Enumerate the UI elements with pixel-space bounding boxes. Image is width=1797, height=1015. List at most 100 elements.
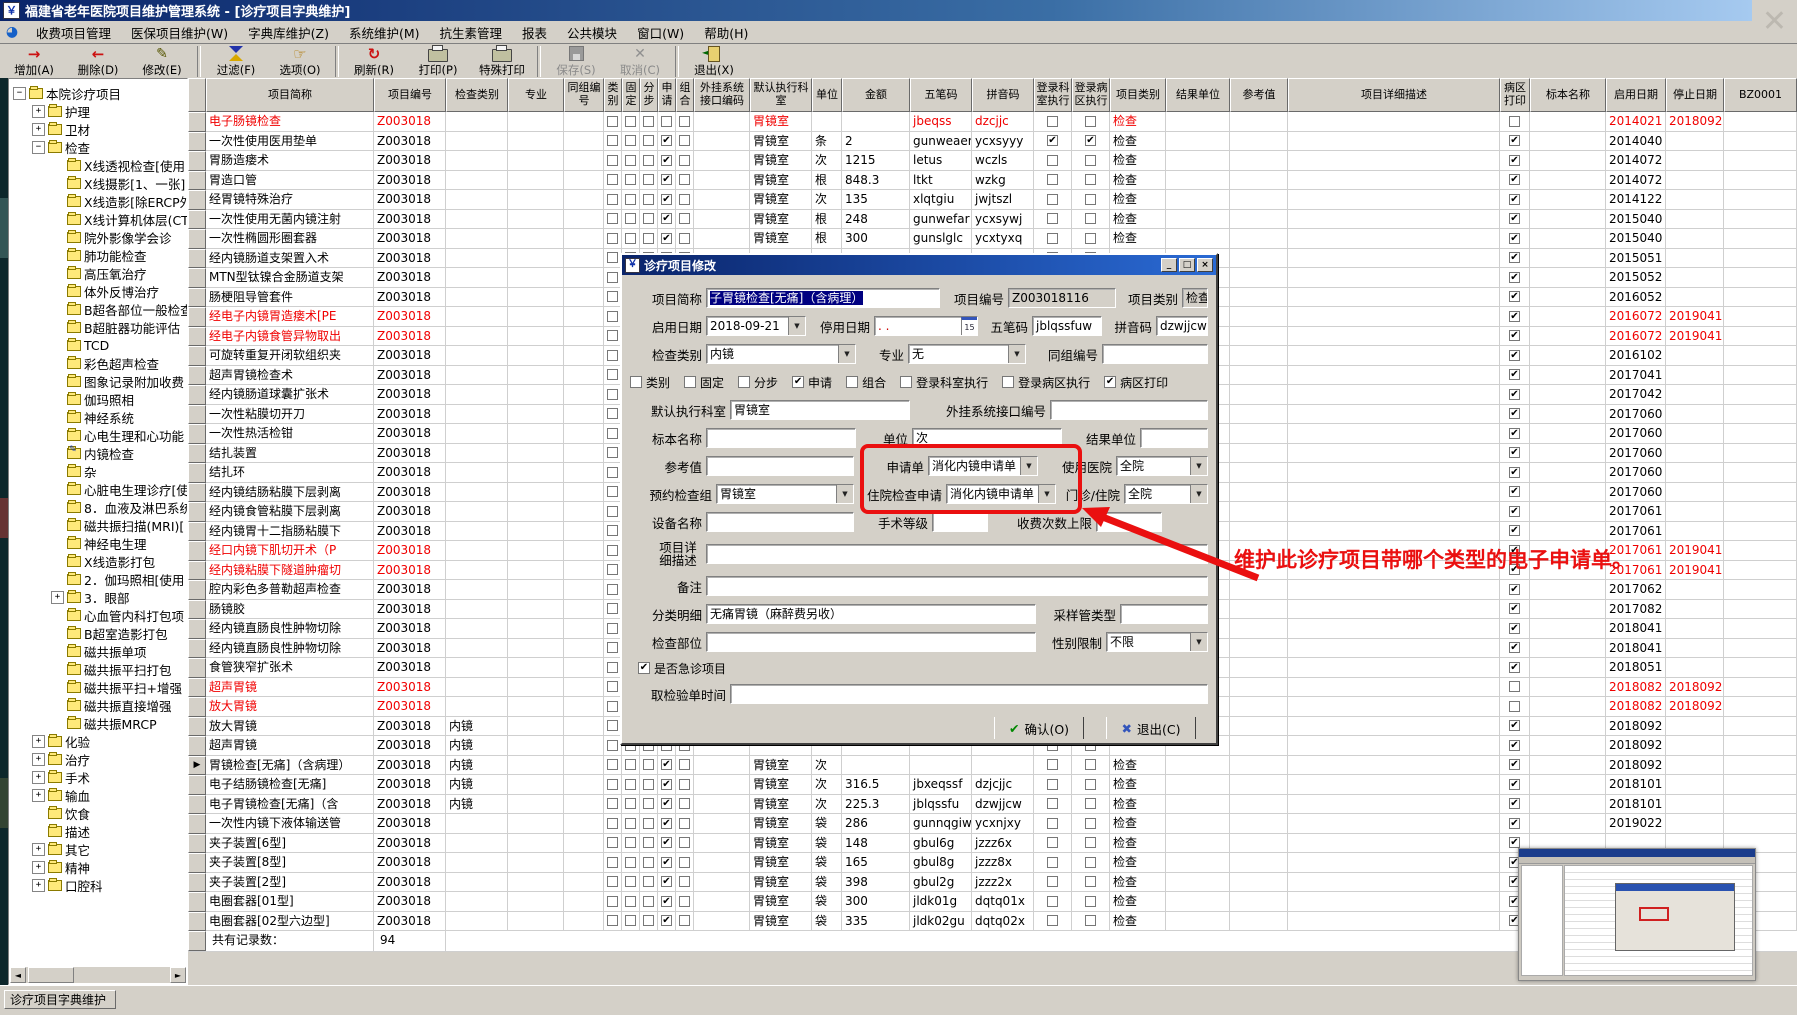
table-row[interactable]: 一次性使用医用垫单 Z003018 ✔ 胃镜室条 2 gunweaer ycxsyyy ✔ ✔ 检… xyxy=(188,131,1797,151)
table-checkbox[interactable] xyxy=(640,833,658,853)
menu-item[interactable]: 系统维护(M) xyxy=(339,20,430,45)
table-checkbox[interactable]: ✔ xyxy=(1500,599,1530,619)
table-checkbox[interactable] xyxy=(622,131,640,151)
table-checkbox[interactable]: ✔ xyxy=(658,775,676,795)
table-checkbox[interactable]: ✔ xyxy=(658,209,676,229)
expand-icon[interactable]: + xyxy=(51,590,64,604)
table-checkbox[interactable]: ✔ xyxy=(1500,209,1530,229)
table-checkbox[interactable]: ✔ xyxy=(658,170,676,190)
table-checkbox[interactable] xyxy=(604,755,622,775)
table-checkbox[interactable] xyxy=(1500,677,1530,697)
table-checkbox[interactable] xyxy=(622,892,640,912)
tree-item[interactable]: X线摄影[1、一张] xyxy=(9,174,187,192)
table-checkbox[interactable]: ✔ xyxy=(1500,443,1530,463)
table-checkbox[interactable] xyxy=(1034,775,1072,795)
table-checkbox[interactable]: ✔ xyxy=(1500,404,1530,424)
table-checkbox[interactable] xyxy=(622,833,640,853)
table-checkbox[interactable] xyxy=(676,151,694,171)
table-checkbox[interactable] xyxy=(676,112,694,132)
table-checkbox[interactable]: ✔ xyxy=(658,814,676,834)
expand-icon[interactable]: + xyxy=(32,878,45,892)
tree-item[interactable]: 磁共振直接增强 xyxy=(9,696,187,714)
type-checkbox[interactable]: 类别 xyxy=(630,374,670,391)
exit-dialog-button[interactable]: ✖ 退出(C) xyxy=(1106,717,1196,739)
minimize-icon[interactable]: _ xyxy=(1161,258,1177,272)
table-checkbox[interactable] xyxy=(1034,814,1072,834)
table-checkbox[interactable] xyxy=(1034,229,1072,249)
table-checkbox[interactable]: ✔ xyxy=(1034,131,1072,151)
table-checkbox[interactable] xyxy=(1072,794,1110,814)
table-checkbox[interactable] xyxy=(676,892,694,912)
table-checkbox[interactable]: ✔ xyxy=(1500,248,1530,268)
tree-item[interactable]: 磁共振扫描(MRI)[ xyxy=(9,516,187,534)
table-checkbox[interactable]: ✔ xyxy=(1500,170,1530,190)
table-checkbox[interactable]: ✔ xyxy=(1500,385,1530,405)
scrollbar-thumb[interactable] xyxy=(28,967,74,983)
table-checkbox[interactable] xyxy=(1500,112,1530,132)
tree-item[interactable]: B超室造影打包 xyxy=(9,624,187,642)
table-checkbox[interactable] xyxy=(622,151,640,171)
table-checkbox[interactable]: ✔ xyxy=(1500,502,1530,522)
table-checkbox[interactable]: ✔ xyxy=(1500,190,1530,210)
chevron-down-icon[interactable]: ▼ xyxy=(1008,345,1025,363)
table-checkbox[interactable] xyxy=(1034,112,1072,132)
table-row[interactable]: 电子结肠镜检查[无痛] Z003018 内镜 ✔ 胃镜室次 316.5 jbxeqssf dz… xyxy=(188,775,1797,795)
table-checkbox[interactable] xyxy=(676,190,694,210)
table-checkbox[interactable] xyxy=(604,892,622,912)
chevron-down-icon[interactable]: ▼ xyxy=(1190,485,1207,503)
table-checkbox[interactable] xyxy=(604,794,622,814)
tree-item[interactable]: 2．伽玛照相[使用 xyxy=(9,570,187,588)
table-checkbox[interactable] xyxy=(1072,892,1110,912)
table-checkbox[interactable]: ✔ xyxy=(1500,229,1530,249)
table-checkbox[interactable]: ✔ xyxy=(658,911,676,931)
start-date-dropdown[interactable]: 2018-09-21 ▼ xyxy=(706,316,806,336)
tree-item[interactable]: − 检查 xyxy=(9,138,187,156)
table-checkbox[interactable] xyxy=(604,112,622,132)
remark-field[interactable] xyxy=(706,576,1208,596)
tree-horizontal-scrollbar[interactable]: ◄ ► xyxy=(10,967,186,983)
table-checkbox[interactable] xyxy=(1072,911,1110,931)
emergency-checkbox[interactable]: ✔ 是否急诊项目 xyxy=(638,660,726,677)
tree-item[interactable]: 磁共振单项 xyxy=(9,642,187,660)
tree-item[interactable]: 心脏电生理诊疗[使 xyxy=(9,480,187,498)
table-checkbox[interactable] xyxy=(640,892,658,912)
tree-item[interactable]: 磁共振平扫+增强 xyxy=(9,678,187,696)
table-checkbox[interactable] xyxy=(622,170,640,190)
table-checkbox[interactable]: ✔ xyxy=(1500,307,1530,327)
table-checkbox[interactable]: ✔ xyxy=(1500,151,1530,171)
menu-item[interactable]: 字典库维护(Z) xyxy=(238,20,339,45)
default-exec-dept-field[interactable]: 胃镜室 xyxy=(730,400,910,420)
close-window-button[interactable]: ✕ xyxy=(1752,0,1797,43)
tree-item[interactable]: TCD xyxy=(9,336,187,354)
table-checkbox[interactable] xyxy=(604,170,622,190)
table-checkbox[interactable] xyxy=(1034,190,1072,210)
scroll-left-arrow-icon[interactable]: ◄ xyxy=(10,967,26,983)
tree-item[interactable]: 高压氧治疗 xyxy=(9,264,187,282)
delete-button[interactable]: ← 删除(D) xyxy=(66,44,130,79)
expand-icon[interactable]: + xyxy=(32,770,45,784)
table-checkbox[interactable] xyxy=(676,229,694,249)
table-checkbox[interactable] xyxy=(1034,853,1072,873)
expand-icon[interactable]: + xyxy=(32,734,45,748)
table-checkbox[interactable] xyxy=(1034,209,1072,229)
booking-group-dropdown[interactable]: 胃镜室 ▼ xyxy=(716,484,854,504)
table-row[interactable]: 电子肠镜检查 Z003018 胃镜室 jbeqss dzcjjc 检查 2014021 201… xyxy=(188,112,1797,132)
table-checkbox[interactable] xyxy=(676,209,694,229)
exam-class-dropdown[interactable]: 内镜 ▼ xyxy=(706,344,856,364)
table-checkbox[interactable]: ✔ xyxy=(1500,463,1530,483)
tree-item[interactable]: + 其它 xyxy=(9,840,187,858)
group-no-field[interactable] xyxy=(1102,344,1208,364)
table-checkbox[interactable] xyxy=(604,229,622,249)
table-checkbox[interactable]: ✔ xyxy=(1500,287,1530,307)
table-checkbox[interactable] xyxy=(1034,892,1072,912)
table-checkbox[interactable]: ✔ xyxy=(1072,131,1110,151)
stop-date-field[interactable]: . . 15 xyxy=(874,316,978,336)
table-checkbox[interactable] xyxy=(640,229,658,249)
table-checkbox[interactable] xyxy=(640,794,658,814)
refresh-button[interactable]: ↻ 刷新(R) xyxy=(342,44,406,79)
table-checkbox[interactable]: ✔ xyxy=(658,229,676,249)
table-checkbox[interactable]: ✔ xyxy=(1500,736,1530,756)
tree-item[interactable]: 饮食 xyxy=(9,804,187,822)
pinyin-field[interactable]: dzwjjcwth xyxy=(1156,316,1208,336)
table-checkbox[interactable] xyxy=(1072,190,1110,210)
